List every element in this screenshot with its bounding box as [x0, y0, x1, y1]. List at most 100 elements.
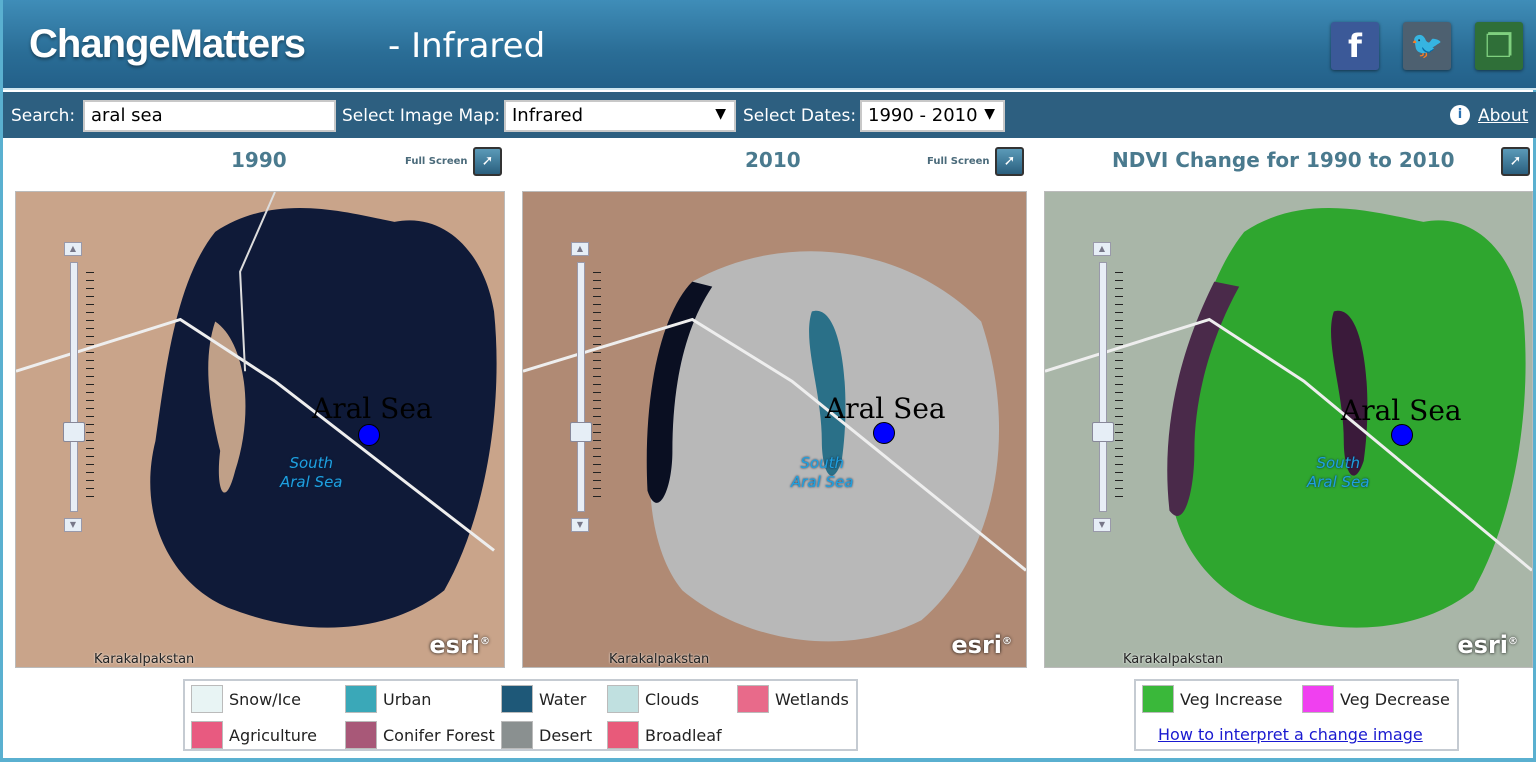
dates-label: Select Dates:: [743, 106, 857, 126]
legend-item: Conifer Forest: [345, 721, 495, 749]
location-marker[interactable]: [358, 424, 380, 446]
legend-label: Clouds: [645, 689, 700, 709]
panel-title-2010: 2010: [745, 148, 801, 172]
image-map-value: Infrared: [512, 105, 583, 126]
legend-swatch: [345, 685, 377, 713]
expand-icon: ➚: [481, 153, 494, 169]
zoom-out-button[interactable]: ▼: [64, 518, 82, 532]
expand-icon: ➚: [1509, 153, 1522, 169]
toolbar: Search: aral sea Select Image Map: Infra…: [3, 92, 1536, 138]
zoom-track[interactable]: [70, 262, 78, 512]
south-aral-sea-label: South Aral Sea: [791, 454, 854, 491]
app-logo[interactable]: ChangeMatters: [29, 22, 306, 67]
search-label: Search:: [11, 106, 76, 126]
legend-label: Snow/Ice: [229, 689, 301, 709]
legend-swatch: [607, 721, 639, 749]
info-icon: i: [1450, 105, 1470, 125]
map-ndvi-change[interactable]: ▲ ▼ Aral Sea South Aral Sea Karakalpakst…: [1044, 191, 1533, 668]
legend-item: Clouds: [607, 685, 699, 713]
veg-decrease-swatch: [1302, 685, 1334, 713]
region-label: Karakalpakstan: [94, 652, 195, 667]
legend-swatch: [345, 721, 377, 749]
map-1990[interactable]: ▲ ▼ Aral Sea South Aral Sea Karakalpakst…: [15, 191, 505, 668]
place-label: Aral Sea: [312, 392, 433, 425]
region-label: Karakalpakstan: [609, 652, 710, 667]
place-label: Aral Sea: [825, 392, 946, 425]
image-map-select[interactable]: Infrared ▼: [504, 100, 736, 132]
legend-label: Water: [539, 689, 587, 709]
legend-item: Water: [501, 685, 586, 713]
legend-label: Broadleaf: [645, 725, 722, 745]
search-input[interactable]: aral sea: [83, 100, 336, 132]
zoom-ticks: [1115, 272, 1123, 502]
zoom-handle[interactable]: [1092, 422, 1114, 442]
zoom-slider[interactable]: ▲ ▼: [570, 242, 601, 532]
dates-value: 1990 - 2010: [868, 105, 978, 126]
full-screen-label[interactable]: Full Screen: [927, 156, 990, 167]
zoom-ticks: [593, 272, 601, 502]
share-button[interactable]: ❐: [1475, 22, 1523, 70]
legend-item: Veg Increase: [1142, 685, 1283, 713]
zoom-in-button[interactable]: ▲: [64, 242, 82, 256]
full-screen-button[interactable]: ➚: [995, 147, 1024, 176]
zoom-in-button[interactable]: ▲: [1093, 242, 1111, 256]
zoom-track[interactable]: [1099, 262, 1107, 512]
esri-logo: esri®: [951, 631, 1012, 659]
legend-swatch: [501, 685, 533, 713]
legend-label: Urban: [383, 689, 432, 709]
legend-label: Desert: [539, 725, 593, 745]
twitter-button[interactable]: 🐦: [1403, 22, 1451, 70]
legend-item: Desert: [501, 721, 592, 749]
panel-title-1990: 1990: [231, 148, 287, 172]
location-marker[interactable]: [873, 422, 895, 444]
zoom-out-button[interactable]: ▼: [1093, 518, 1111, 532]
share-icon: ❐: [1484, 27, 1514, 65]
legend-label: Agriculture: [229, 725, 317, 745]
zoom-slider[interactable]: ▲ ▼: [63, 242, 94, 532]
dates-select[interactable]: 1990 - 2010 ▼: [860, 100, 1005, 132]
zoom-slider[interactable]: ▲ ▼: [1092, 242, 1123, 532]
panel-title-ndvi: NDVI Change for 1990 to 2010: [1112, 148, 1455, 172]
legend-label: Wetlands: [775, 689, 849, 709]
zoom-handle[interactable]: [570, 422, 592, 442]
full-screen-button[interactable]: ➚: [473, 147, 502, 176]
legend-item: Wetlands: [737, 685, 849, 713]
how-to-interpret-link[interactable]: How to interpret a change image: [1158, 725, 1423, 744]
location-marker[interactable]: [1391, 424, 1413, 446]
image-map-label: Select Image Map:: [342, 106, 501, 126]
veg-increase-swatch: [1142, 685, 1174, 713]
twitter-icon: 🐦: [1410, 31, 1444, 61]
dropdown-arrow-icon: ▼: [715, 106, 726, 122]
landcover-legend: Snow/Ice Urban Water Clouds Wetlands Agricult…: [183, 679, 858, 751]
legend-swatch: [501, 721, 533, 749]
zoom-handle[interactable]: [63, 422, 85, 442]
place-label: Aral Sea: [1341, 394, 1462, 427]
legend-label: Veg Decrease: [1340, 689, 1450, 709]
change-legend: Veg Increase Veg Decrease How to interpr…: [1134, 679, 1459, 751]
legend-item: Broadleaf: [607, 721, 722, 749]
legend-item: Snow/Ice: [191, 685, 301, 713]
south-aral-sea-label: South Aral Sea: [1307, 454, 1370, 491]
legend-label: Veg Increase: [1180, 689, 1283, 709]
facebook-icon: f: [1348, 27, 1362, 65]
page-subtitle: - Infrared: [388, 26, 546, 66]
header: ChangeMatters - Infrared f 🐦 ❐: [3, 0, 1536, 90]
full-screen-label[interactable]: Full Screen: [405, 156, 468, 167]
legend-swatch: [191, 685, 223, 713]
legend-label: Conifer Forest: [383, 725, 495, 745]
full-screen-button[interactable]: ➚: [1501, 147, 1530, 176]
about-link[interactable]: About: [1478, 106, 1528, 126]
zoom-track[interactable]: [577, 262, 585, 512]
esri-logo: esri®: [429, 631, 490, 659]
zoom-ticks: [86, 272, 94, 502]
expand-icon: ➚: [1003, 153, 1016, 169]
facebook-button[interactable]: f: [1331, 22, 1379, 70]
legend-item: Agriculture: [191, 721, 317, 749]
legend-swatch: [737, 685, 769, 713]
zoom-in-button[interactable]: ▲: [571, 242, 589, 256]
dropdown-arrow-icon: ▼: [984, 106, 995, 122]
zoom-out-button[interactable]: ▼: [571, 518, 589, 532]
legend-item: Urban: [345, 685, 431, 713]
map-2010[interactable]: ▲ ▼ Aral Sea South Aral Sea Karakalpakst…: [522, 191, 1027, 668]
region-label: Karakalpakstan: [1123, 652, 1224, 667]
